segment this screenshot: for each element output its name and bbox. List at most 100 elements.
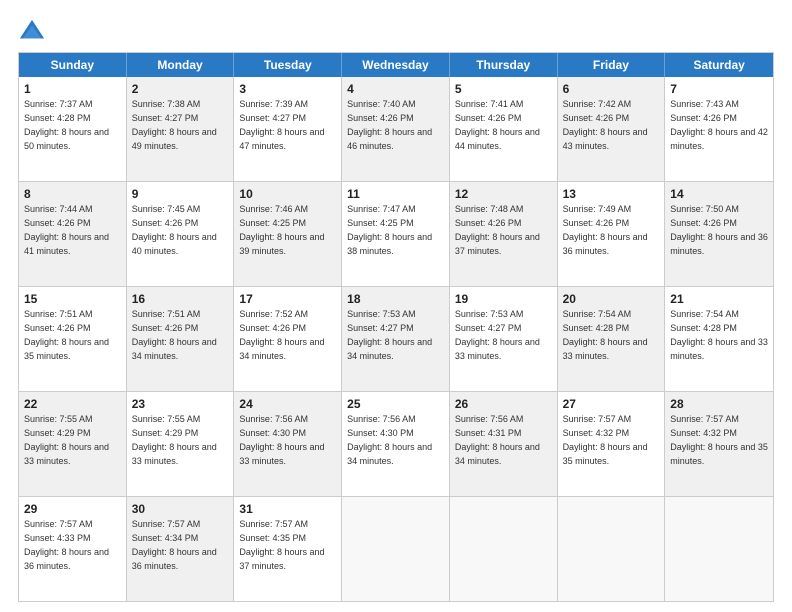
day-number: 28 (670, 396, 768, 412)
cal-cell-24: 24 Sunrise: 7:56 AMSunset: 4:30 PMDayligh… (234, 392, 342, 496)
calendar-week-5: 29 Sunrise: 7:57 AMSunset: 4:33 PMDayligh… (19, 497, 773, 601)
cell-info: Sunrise: 7:44 AMSunset: 4:26 PMDaylight:… (24, 204, 109, 255)
day-number: 2 (132, 81, 229, 97)
day-number: 14 (670, 186, 768, 202)
cell-info: Sunrise: 7:41 AMSunset: 4:26 PMDaylight:… (455, 99, 540, 150)
day-number: 8 (24, 186, 121, 202)
cell-info: Sunrise: 7:47 AMSunset: 4:25 PMDaylight:… (347, 204, 432, 255)
cell-info: Sunrise: 7:55 AMSunset: 4:29 PMDaylight:… (24, 414, 109, 465)
cell-info: Sunrise: 7:43 AMSunset: 4:26 PMDaylight:… (670, 99, 768, 150)
day-number: 16 (132, 291, 229, 307)
day-number: 6 (563, 81, 660, 97)
cell-info: Sunrise: 7:57 AMSunset: 4:32 PMDaylight:… (670, 414, 768, 465)
cell-info: Sunrise: 7:50 AMSunset: 4:26 PMDaylight:… (670, 204, 768, 255)
cal-cell-20: 20Sunrise: 7:54 AMSunset: 4:28 PMDayligh… (558, 287, 666, 391)
cal-cell-15: 15 Sunrise: 7:51 AMSunset: 4:26 PMDayligh… (19, 287, 127, 391)
day-number: 13 (563, 186, 660, 202)
cal-cell-1: 1Sunrise: 7:37 AMSunset: 4:28 PMDaylight… (19, 77, 127, 181)
cell-info: Sunrise: 7:51 AMSunset: 4:26 PMDaylight:… (132, 309, 217, 360)
day-number: 18 (347, 291, 444, 307)
cal-cell-18: 18 Sunrise: 7:53 AMSunset: 4:27 PMDayligh… (342, 287, 450, 391)
cell-info: Sunrise: 7:57 AMSunset: 4:33 PMDaylight:… (24, 519, 109, 570)
cell-info: Sunrise: 7:40 AMSunset: 4:26 PMDaylight:… (347, 99, 432, 150)
page: SundayMondayTuesdayWednesdayThursdayFrid… (0, 0, 792, 612)
logo (18, 18, 50, 46)
cal-cell-5: 5 Sunrise: 7:41 AMSunset: 4:26 PMDaylight… (450, 77, 558, 181)
day-number: 23 (132, 396, 229, 412)
calendar-week-1: 1Sunrise: 7:37 AMSunset: 4:28 PMDaylight… (19, 77, 773, 182)
day-number: 22 (24, 396, 121, 412)
day-number: 12 (455, 186, 552, 202)
cell-info: Sunrise: 7:52 AMSunset: 4:26 PMDaylight:… (239, 309, 324, 360)
day-number: 15 (24, 291, 121, 307)
day-number: 1 (24, 81, 121, 97)
day-number: 5 (455, 81, 552, 97)
cal-cell-30: 30 Sunrise: 7:57 AMSunset: 4:34 PMDayligh… (127, 497, 235, 601)
cal-cell-19: 19Sunrise: 7:53 AMSunset: 4:27 PMDayligh… (450, 287, 558, 391)
cell-info: Sunrise: 7:45 AMSunset: 4:26 PMDaylight:… (132, 204, 217, 255)
cal-cell-27: 27 Sunrise: 7:57 AMSunset: 4:32 PMDayligh… (558, 392, 666, 496)
day-number: 9 (132, 186, 229, 202)
day-number: 25 (347, 396, 444, 412)
cell-info: Sunrise: 7:54 AMSunset: 4:28 PMDaylight:… (563, 309, 648, 360)
cal-cell-empty-4 (450, 497, 558, 601)
day-number: 26 (455, 396, 552, 412)
cell-info: Sunrise: 7:56 AMSunset: 4:31 PMDaylight:… (455, 414, 540, 465)
cal-cell-10: 10Sunrise: 7:46 AMSunset: 4:25 PMDayligh… (234, 182, 342, 286)
cell-info: Sunrise: 7:57 AMSunset: 4:34 PMDaylight:… (132, 519, 217, 570)
cal-cell-empty-5 (558, 497, 666, 601)
cal-cell-29: 29 Sunrise: 7:57 AMSunset: 4:33 PMDayligh… (19, 497, 127, 601)
cal-cell-6: 6 Sunrise: 7:42 AMSunset: 4:26 PMDaylight… (558, 77, 666, 181)
day-number: 17 (239, 291, 336, 307)
cal-cell-8: 8 Sunrise: 7:44 AMSunset: 4:26 PMDaylight… (19, 182, 127, 286)
cell-info: Sunrise: 7:57 AMSunset: 4:32 PMDaylight:… (563, 414, 648, 465)
cell-info: Sunrise: 7:42 AMSunset: 4:26 PMDaylight:… (563, 99, 648, 150)
cal-cell-7: 7 Sunrise: 7:43 AMSunset: 4:26 PMDaylight… (665, 77, 773, 181)
day-number: 30 (132, 501, 229, 517)
cal-cell-31: 31Sunrise: 7:57 AMSunset: 4:35 PMDayligh… (234, 497, 342, 601)
cal-cell-16: 16 Sunrise: 7:51 AMSunset: 4:26 PMDayligh… (127, 287, 235, 391)
cell-info: Sunrise: 7:54 AMSunset: 4:28 PMDaylight:… (670, 309, 768, 360)
cal-cell-13: 13 Sunrise: 7:49 AMSunset: 4:26 PMDayligh… (558, 182, 666, 286)
cal-cell-empty-3 (342, 497, 450, 601)
cell-info: Sunrise: 7:51 AMSunset: 4:26 PMDaylight:… (24, 309, 109, 360)
header-day-saturday: Saturday (665, 53, 773, 77)
cal-cell-2: 2Sunrise: 7:38 AMSunset: 4:27 PMDaylight… (127, 77, 235, 181)
cal-cell-4: 4 Sunrise: 7:40 AMSunset: 4:26 PMDaylight… (342, 77, 450, 181)
cell-info: Sunrise: 7:56 AMSunset: 4:30 PMDaylight:… (347, 414, 432, 465)
day-number: 19 (455, 291, 552, 307)
calendar-body: 1Sunrise: 7:37 AMSunset: 4:28 PMDaylight… (19, 77, 773, 601)
header-day-friday: Friday (558, 53, 666, 77)
header (18, 18, 774, 46)
header-day-tuesday: Tuesday (234, 53, 342, 77)
day-number: 4 (347, 81, 444, 97)
cell-info: Sunrise: 7:53 AMSunset: 4:27 PMDaylight:… (347, 309, 432, 360)
day-number: 11 (347, 186, 444, 202)
day-number: 27 (563, 396, 660, 412)
cal-cell-14: 14 Sunrise: 7:50 AMSunset: 4:26 PMDayligh… (665, 182, 773, 286)
cal-cell-28: 28 Sunrise: 7:57 AMSunset: 4:32 PMDayligh… (665, 392, 773, 496)
cell-info: Sunrise: 7:39 AMSunset: 4:27 PMDaylight:… (239, 99, 324, 150)
calendar-week-2: 8 Sunrise: 7:44 AMSunset: 4:26 PMDaylight… (19, 182, 773, 287)
cal-cell-25: 25 Sunrise: 7:56 AMSunset: 4:30 PMDayligh… (342, 392, 450, 496)
header-day-sunday: Sunday (19, 53, 127, 77)
cell-info: Sunrise: 7:55 AMSunset: 4:29 PMDaylight:… (132, 414, 217, 465)
logo-icon (18, 18, 46, 46)
cal-cell-26: 26 Sunrise: 7:56 AMSunset: 4:31 PMDayligh… (450, 392, 558, 496)
cell-info: Sunrise: 7:48 AMSunset: 4:26 PMDaylight:… (455, 204, 540, 255)
cal-cell-17: 17 Sunrise: 7:52 AMSunset: 4:26 PMDayligh… (234, 287, 342, 391)
cal-cell-12: 12 Sunrise: 7:48 AMSunset: 4:26 PMDayligh… (450, 182, 558, 286)
cal-cell-22: 22 Sunrise: 7:55 AMSunset: 4:29 PMDayligh… (19, 392, 127, 496)
calendar-week-4: 22 Sunrise: 7:55 AMSunset: 4:29 PMDayligh… (19, 392, 773, 497)
header-day-wednesday: Wednesday (342, 53, 450, 77)
day-number: 24 (239, 396, 336, 412)
cell-info: Sunrise: 7:49 AMSunset: 4:26 PMDaylight:… (563, 204, 648, 255)
calendar: SundayMondayTuesdayWednesdayThursdayFrid… (18, 52, 774, 602)
header-day-monday: Monday (127, 53, 235, 77)
cell-info: Sunrise: 7:56 AMSunset: 4:30 PMDaylight:… (239, 414, 324, 465)
calendar-header: SundayMondayTuesdayWednesdayThursdayFrid… (19, 53, 773, 77)
day-number: 29 (24, 501, 121, 517)
day-number: 7 (670, 81, 768, 97)
day-number: 3 (239, 81, 336, 97)
day-number: 21 (670, 291, 768, 307)
